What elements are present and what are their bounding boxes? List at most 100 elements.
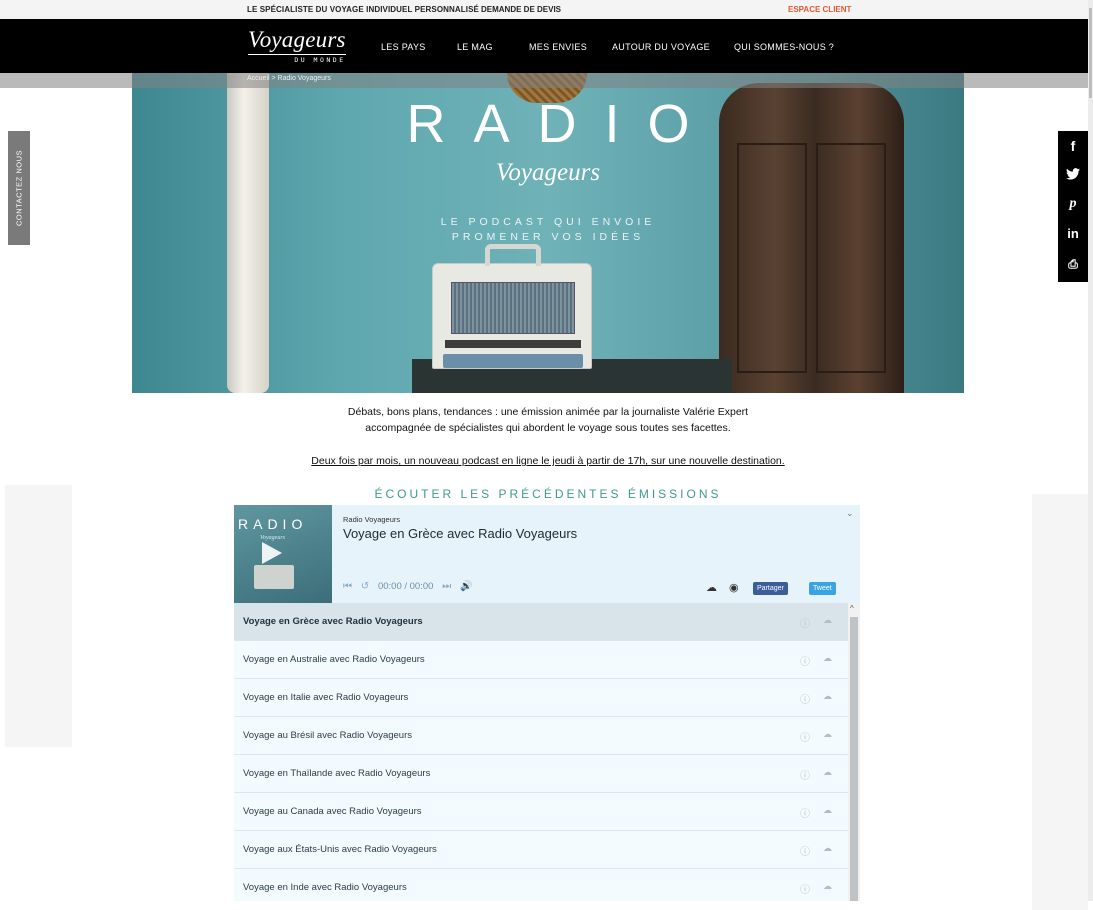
print-icon[interactable]: ⎙ bbox=[1058, 249, 1088, 279]
info-icon[interactable]: ⓘ bbox=[800, 653, 810, 668]
chevron-up-icon[interactable]: ^ bbox=[850, 604, 854, 613]
social-sidebar: f p in ⎙ bbox=[1058, 131, 1088, 282]
download-cloud-icon[interactable]: ☁ bbox=[706, 581, 717, 594]
site-tagline: LE SPÉCIALISTE DU VOYAGE INDIVIDUEL PERS… bbox=[247, 5, 479, 14]
download-icon[interactable]: ☁ bbox=[823, 805, 832, 816]
intro-line2: accompagnée de spécialistes qui abordent… bbox=[365, 422, 731, 434]
hero-banner: RADIO Voyageurs LE PODCAST QUI ENVOIE PR… bbox=[132, 73, 964, 393]
schedule-link[interactable]: Deux fois par mois, un nouveau podcast e… bbox=[132, 455, 964, 467]
rewind-icon[interactable]: ↺ bbox=[361, 581, 369, 592]
playlist-item-title: Voyage en Italie avec Radio Voyageurs bbox=[243, 692, 409, 703]
info-icon[interactable]: ⓘ bbox=[800, 881, 810, 896]
download-icon[interactable]: ☁ bbox=[823, 691, 832, 702]
contact-tab[interactable]: CONTACTEZ NOUS bbox=[8, 131, 30, 245]
previous-track-icon[interactable]: ⏮ bbox=[343, 581, 352, 592]
facebook-icon[interactable]: f bbox=[1058, 131, 1088, 161]
info-icon[interactable]: ⓘ bbox=[800, 767, 810, 782]
episode-cover: RADIO Voyageurs bbox=[234, 505, 332, 603]
playlist-item[interactable]: Voyage en Australie avec Radio Voyageurs… bbox=[234, 641, 848, 679]
page-scrollbar-thumb[interactable] bbox=[1089, 8, 1092, 98]
playlist-item-title: Voyage au Canada avec Radio Voyageurs bbox=[243, 806, 422, 817]
episode-playlist: Voyage en Grèce avec Radio Voyageurs ⓘ ☁ … bbox=[234, 603, 848, 901]
playlist-scrollbar-thumb[interactable] bbox=[850, 617, 858, 901]
chevron-down-icon[interactable]: ⌄ bbox=[846, 508, 854, 519]
right-panel bbox=[1032, 494, 1088, 910]
playlist-item-title: Voyage au Brésil avec Radio Voyageurs bbox=[243, 730, 412, 741]
playlist-item[interactable]: Voyage en Italie avec Radio Voyageurs ⓘ ☁ bbox=[234, 679, 848, 717]
info-icon[interactable]: ⓘ bbox=[800, 805, 810, 820]
playlist-item-title: Voyage aux États-Unis avec Radio Voyageu… bbox=[243, 844, 437, 855]
cover-title: RADIO bbox=[238, 516, 308, 532]
linkedin-icon[interactable]: in bbox=[1058, 219, 1088, 249]
intro-line1: Débats, bons plans, tendances : une émis… bbox=[347, 406, 749, 418]
nav-le-mag[interactable]: LE MAG bbox=[457, 42, 493, 52]
playlist-item-title: Voyage en Australie avec Radio Voyageurs bbox=[243, 654, 425, 665]
nav-mes-envies[interactable]: MES ENVIES bbox=[529, 42, 587, 52]
next-track-icon[interactable]: ⏭ bbox=[442, 581, 451, 592]
site-logo[interactable]: Voyageurs DU MONDE bbox=[248, 27, 346, 64]
logo-brand: Voyageurs bbox=[248, 27, 346, 55]
breadcrumb-bar bbox=[0, 73, 1088, 88]
top-utility-bar: LE SPÉCIALISTE DU VOYAGE INDIVIDUEL PERS… bbox=[0, 0, 1093, 19]
hero-tagline-line1: LE PODCAST QUI ENVOIE bbox=[440, 216, 656, 228]
playlist-item[interactable]: Voyage aux États-Unis avec Radio Voyageu… bbox=[234, 831, 848, 869]
logo-subtitle: DU MONDE bbox=[294, 56, 346, 64]
radio-base bbox=[443, 354, 583, 368]
facebook-share-button[interactable]: Partager bbox=[753, 582, 788, 595]
player-episode-title: Voyage en Grèce avec Radio Voyageurs bbox=[343, 526, 578, 541]
info-icon[interactable]: ⓘ bbox=[800, 729, 810, 744]
facebook-share-label: Partager bbox=[757, 585, 784, 592]
nav-autour-du-voyage[interactable]: AUTOUR DU VOYAGE bbox=[612, 42, 710, 52]
info-icon[interactable]: ⓘ bbox=[800, 615, 810, 630]
playlist-scrollbar[interactable]: ^ bbox=[848, 603, 860, 901]
player-time: 00:00 / 00:00 bbox=[377, 581, 434, 592]
quote-request-link[interactable]: DEMANDE DE DEVIS bbox=[481, 5, 561, 14]
playlist-item[interactable]: Voyage au Canada avec Radio Voyageurs ⓘ ☁ bbox=[234, 793, 848, 831]
player-controls: ⏮ ↺ 00:00 / 00:00 ⏭ 🔊 bbox=[343, 581, 478, 592]
download-icon[interactable]: ☁ bbox=[823, 843, 832, 854]
twitter-icon[interactable] bbox=[1058, 159, 1088, 189]
pinterest-icon[interactable]: p bbox=[1058, 189, 1088, 219]
hero-radio bbox=[432, 244, 592, 369]
playlist-item[interactable]: Voyage en Grèce avec Radio Voyageurs ⓘ ☁ bbox=[234, 603, 848, 641]
download-icon[interactable]: ☁ bbox=[823, 881, 832, 892]
left-panel bbox=[5, 485, 72, 747]
playlist-item[interactable]: Voyage en Inde avec Radio Voyageurs ⓘ ☁ bbox=[234, 869, 848, 901]
cover-radio-image bbox=[254, 565, 294, 589]
client-area-link[interactable]: ESPACE CLIENT bbox=[788, 5, 851, 14]
main-navigation: Voyageurs DU MONDE LES PAYS LE MAG MES E… bbox=[0, 19, 1088, 73]
page-scrollbar[interactable] bbox=[1088, 0, 1093, 901]
contact-tab-label: CONTACTEZ NOUS bbox=[14, 149, 24, 227]
nav-qui-sommes-nous[interactable]: QUI SOMMES-NOUS ? bbox=[734, 42, 834, 52]
info-icon[interactable]: ⓘ bbox=[800, 691, 810, 706]
podcast-player: RADIO Voyageurs Radio Voyageurs Voyage e… bbox=[234, 505, 860, 603]
tweet-button[interactable]: Tweet bbox=[809, 582, 836, 595]
twitter-bird-glyph bbox=[1066, 168, 1080, 180]
radio-dial bbox=[445, 340, 581, 348]
radio-handle bbox=[485, 244, 541, 266]
previous-episodes-heading: ÉCOUTER LES PRÉCÉDENTES ÉMISSIONS bbox=[374, 487, 722, 501]
playlist-item-title: Voyage en Grèce avec Radio Voyageurs bbox=[243, 616, 423, 627]
breadcrumb[interactable]: Accueil > Radio Voyageurs bbox=[247, 75, 331, 82]
tweet-label: Tweet bbox=[813, 585, 832, 592]
play-icon[interactable] bbox=[256, 539, 282, 567]
info-icon[interactable]: ⓘ bbox=[800, 843, 810, 858]
hero-tagline: LE PODCAST QUI ENVOIE PROMENER VOS IDÉES bbox=[132, 215, 964, 245]
playlist-item[interactable]: Voyage au Brésil avec Radio Voyageurs ⓘ ☁ bbox=[234, 717, 848, 755]
podcast-feed-icon[interactable]: ◉ bbox=[729, 581, 739, 594]
radio-grill bbox=[451, 282, 575, 334]
hero-tagline-line2: PROMENER VOS IDÉES bbox=[451, 231, 645, 243]
nav-les-pays[interactable]: LES PAYS bbox=[381, 42, 426, 52]
hero-title: RADIO bbox=[406, 94, 718, 154]
download-icon[interactable]: ☁ bbox=[823, 767, 832, 778]
volume-icon[interactable]: 🔊 bbox=[460, 581, 472, 592]
download-icon[interactable]: ☁ bbox=[823, 615, 832, 626]
intro-text: Débats, bons plans, tendances : une émis… bbox=[132, 404, 964, 436]
playlist-item[interactable]: Voyage en Thaïlande avec Radio Voyageurs… bbox=[234, 755, 848, 793]
player-source: Radio Voyageurs bbox=[343, 515, 401, 524]
download-icon[interactable]: ☁ bbox=[823, 729, 832, 740]
download-icon[interactable]: ☁ bbox=[823, 653, 832, 664]
playlist-item-title: Voyage en Inde avec Radio Voyageurs bbox=[243, 882, 407, 893]
hero-subtitle: Voyageurs bbox=[495, 159, 601, 186]
playlist-item-title: Voyage en Thaïlande avec Radio Voyageurs bbox=[243, 768, 431, 779]
